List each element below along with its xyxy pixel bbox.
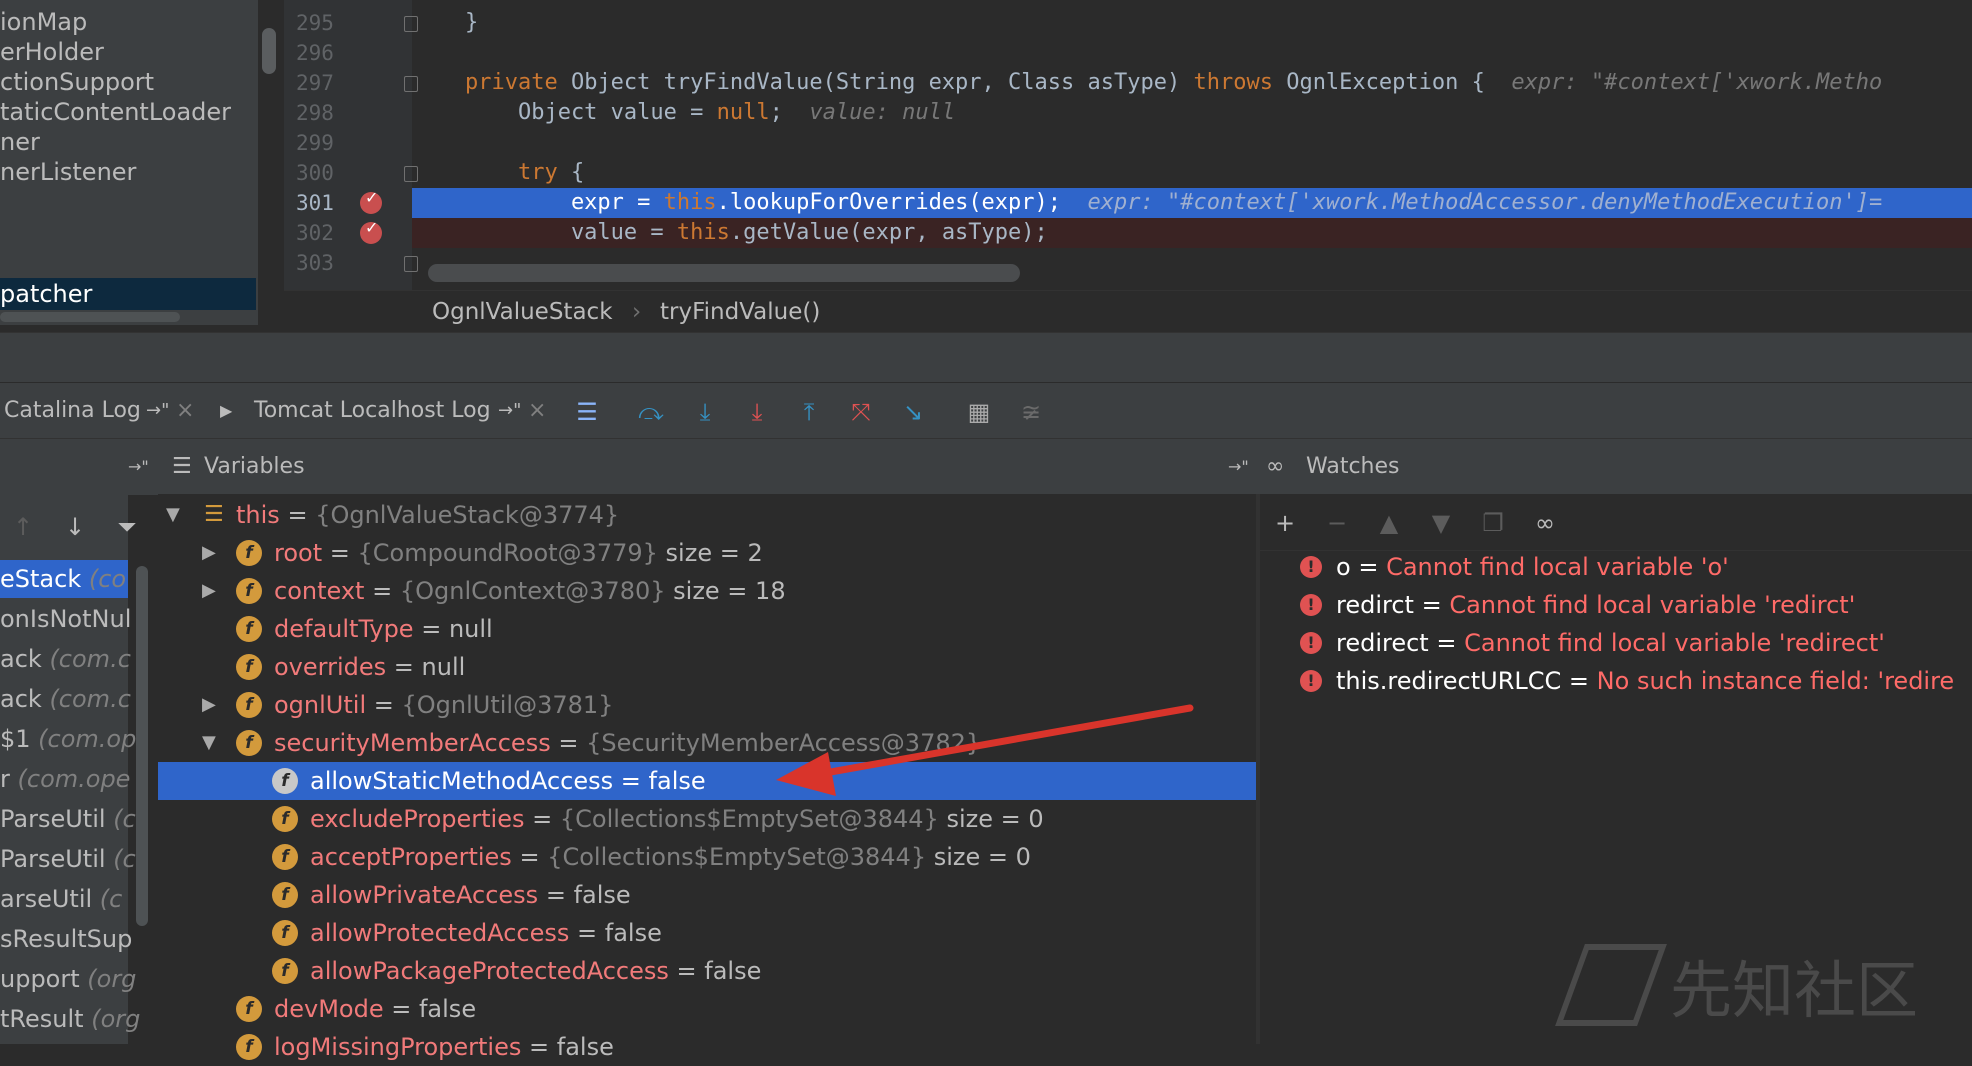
annotation-arrow <box>776 704 1194 796</box>
watermark-logo: 先知社区 <box>1555 940 1918 1030</box>
